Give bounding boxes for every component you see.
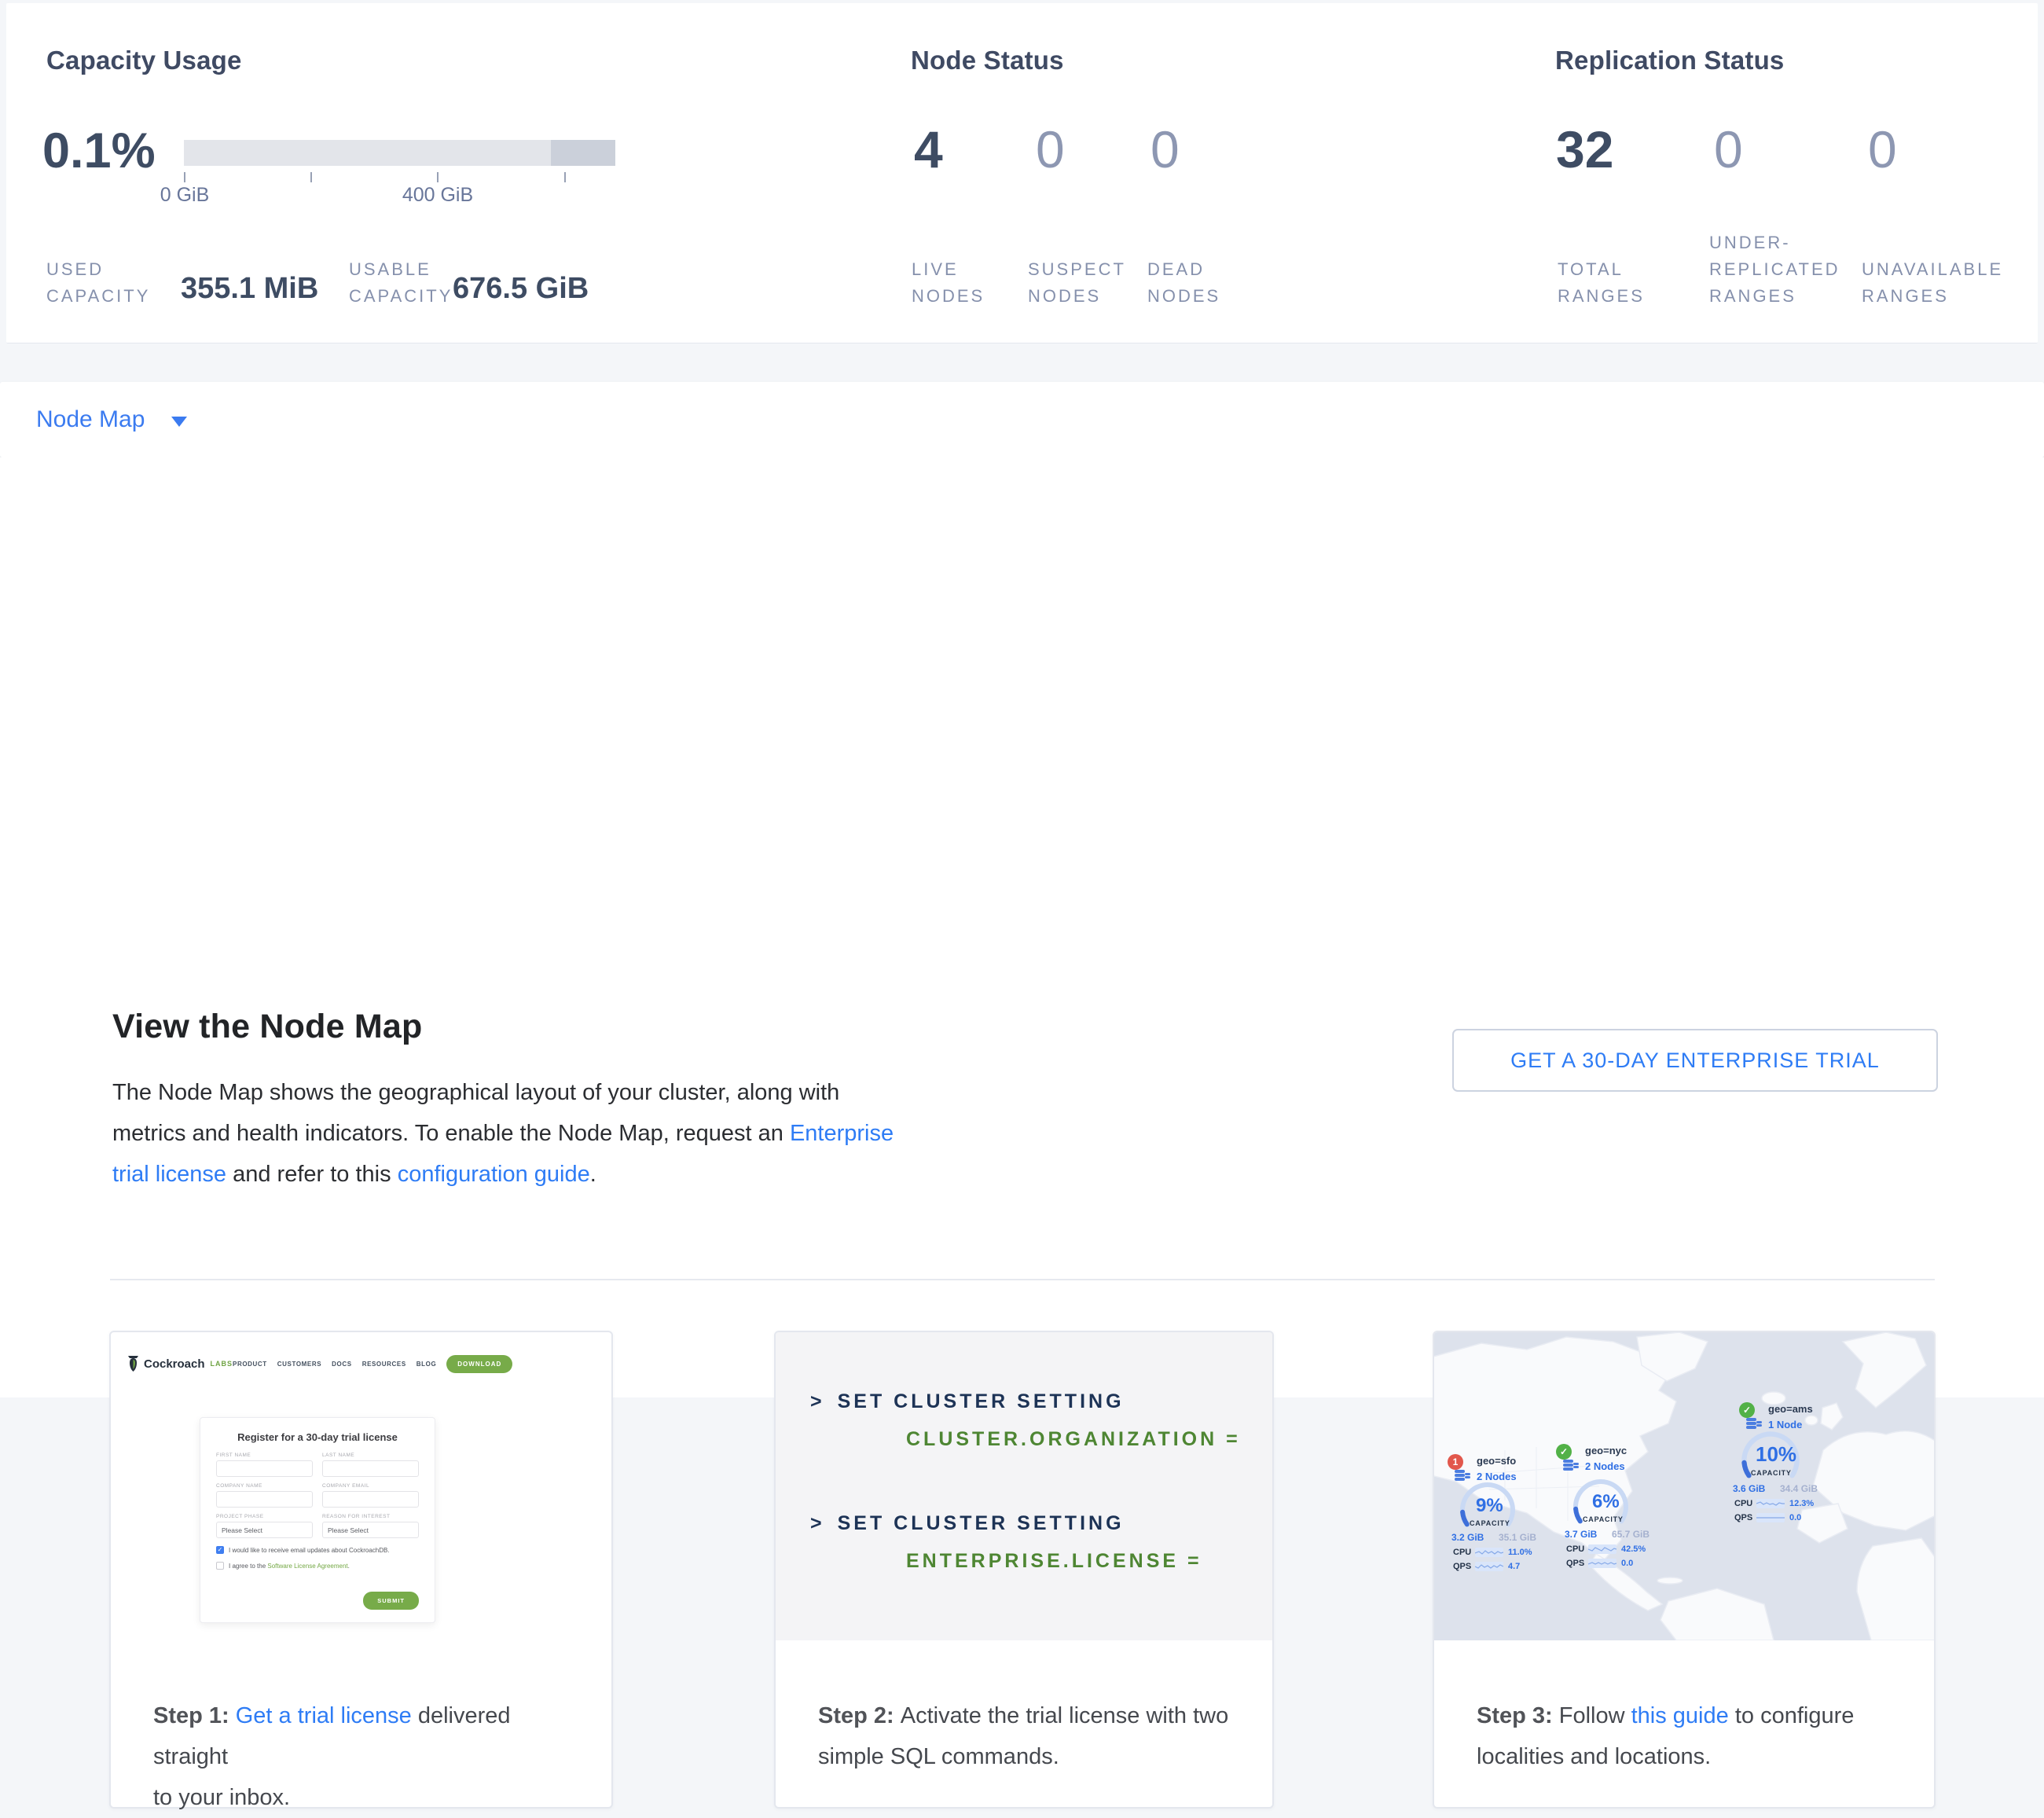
capacity-bar: 0 GiB 400 GiB [184, 140, 615, 166]
mini-nav-blog: BLOG [417, 1361, 437, 1368]
sql-line: >SET CLUSTER SETTING [810, 1390, 1125, 1413]
get-enterprise-trial-button[interactable]: GET A 30-DAY ENTERPRISE TRIAL [1452, 1029, 1938, 1092]
section-divider [110, 1279, 1935, 1280]
node-map-description: The Node Map shows the geographical layo… [112, 1072, 894, 1195]
total-ranges-label: TOTAL RANGES [1558, 256, 1645, 310]
mini-nav-customers: CUSTOMERS [277, 1361, 321, 1368]
description-line: The Node Map shows the geographical layo… [112, 1072, 894, 1113]
qps-sparkline [1588, 1559, 1616, 1568]
qps-sparkline [1475, 1562, 1503, 1571]
cluster-summary-panel: Capacity Usage 0.1% 0 GiB 400 GiB USED C… [6, 3, 2038, 343]
this-guide-link[interactable]: this guide [1631, 1703, 1729, 1728]
node-map-preview: 1 geo=sfo 2 Nodes 9% CAPACITY 3.2 GiB 35… [1434, 1332, 1934, 1640]
cpu-sparkline [1756, 1499, 1785, 1508]
sql-line: ENTERPRISE.LICENSE = [906, 1550, 1202, 1573]
locality-nyc: ✓ geo=nyc 2 Nodes 6% CAPACITY 3.7 GiB 65… [1552, 1441, 1670, 1598]
locality-ams: ✓ geo=ams 1 Node 10% CAPACITY 3.6 GiB 34… [1731, 1400, 1841, 1557]
mini-nav-product: PRODUCT [233, 1361, 267, 1368]
under-replicated-ranges-count: 0 [1714, 119, 1743, 179]
company-email-field [322, 1491, 419, 1508]
capacity-bar-unusable-segment [551, 140, 615, 166]
capacity-usage-title: Capacity Usage [46, 46, 242, 75]
page-title: View the Node Map [112, 1008, 422, 1046]
chevron-down-icon[interactable] [171, 417, 187, 427]
mini-download-button: DOWNLOAD [446, 1355, 512, 1373]
cpu-sparkline [1475, 1548, 1503, 1557]
enterprise-trial-license-link[interactable]: Enterprise [790, 1121, 894, 1146]
used-capacity-label: USED CAPACITY [46, 256, 150, 310]
cockroach-labs-logo: Cockroach LABS [127, 1355, 233, 1372]
live-nodes-count: 4 [914, 119, 943, 179]
step2-card: >SET CLUSTER SETTING CLUSTER.ORGANIZATIO… [774, 1331, 1274, 1809]
license-agreement-checkbox-row: I agree to the Software License Agreemen… [216, 1562, 419, 1570]
capacity-axis-tick [564, 172, 566, 182]
enterprise-trial-license-link[interactable]: trial license [112, 1162, 226, 1187]
sql-line: >SET CLUSTER SETTING [810, 1512, 1125, 1535]
company-name-field [216, 1491, 313, 1508]
node-map-placeholder-section: View the Node Map The Node Map shows the… [0, 457, 2044, 1397]
suspect-nodes-label: SUSPECT NODES [1028, 256, 1126, 310]
mini-nav-docs: DOCS [332, 1361, 352, 1368]
description-line: metrics and health indicators. To enable… [112, 1113, 894, 1154]
step3-card: 1 geo=sfo 2 Nodes 9% CAPACITY 3.2 GiB 35… [1433, 1331, 1936, 1809]
first-name-field [216, 1460, 313, 1477]
mini-site-nav: PRODUCT CUSTOMERS DOCS RESOURCES BLOG DO… [233, 1355, 512, 1373]
trial-license-form: Register for a 30-day trial license FIRS… [200, 1417, 435, 1623]
last-name-field [322, 1460, 419, 1477]
dead-nodes-count: 0 [1150, 119, 1180, 179]
node-status-title: Node Status [911, 46, 1064, 75]
checkbox-empty-icon [216, 1562, 224, 1570]
reason-for-interest-select: Please Select [322, 1522, 419, 1538]
mini-nav-resources: RESOURCES [362, 1361, 406, 1368]
locality-sfo: 1 geo=sfo 2 Nodes 9% CAPACITY 3.2 GiB 35… [1447, 1450, 1565, 1607]
qps-sparkline [1756, 1513, 1785, 1522]
usable-capacity-value: 676.5 GiB [453, 272, 589, 306]
capacity-axis-label-400: 400 GiB [383, 184, 493, 207]
capacity-axis-label-0: 0 GiB [130, 184, 240, 207]
suspect-nodes-count: 0 [1036, 119, 1065, 179]
capacity-axis-tick [310, 172, 312, 182]
live-nodes-label: LIVE NODES [912, 256, 985, 310]
software-license-agreement-link: Software License Agreement [267, 1563, 347, 1570]
registration-page-thumbnail: Cockroach LABS PRODUCT CUSTOMERS DOCS RE… [117, 1339, 515, 1684]
project-phase-select: Please Select [216, 1522, 313, 1538]
unavailable-ranges-label: UNAVAILABLE RANGES [1862, 256, 2003, 310]
unavailable-ranges-count: 0 [1868, 119, 1897, 179]
used-capacity-value: 355.1 MiB [181, 272, 318, 306]
step1-caption: Step 1: Get a trial license delivered st… [153, 1695, 578, 1818]
configuration-guide-link[interactable]: configuration guide [398, 1162, 590, 1187]
capacity-axis-tick [437, 172, 439, 182]
checkbox-checked-icon: ✓ [216, 1546, 224, 1554]
sql-line: CLUSTER.ORGANIZATION = [906, 1428, 1241, 1451]
sql-commands-panel: >SET CLUSTER SETTING CLUSTER.ORGANIZATIO… [776, 1332, 1272, 1640]
mini-submit-button: SUBMIT [363, 1592, 419, 1610]
dead-nodes-label: DEAD NODES [1147, 256, 1220, 310]
capacity-percent: 0.1% [42, 123, 156, 179]
description-line: trial license and refer to this configur… [112, 1154, 894, 1195]
node-map-dropdown[interactable]: Node Map [36, 406, 145, 433]
trial-form-title: Register for a 30-day trial license [216, 1431, 419, 1443]
capacity-axis-tick [184, 172, 185, 182]
trial-form-fields: FIRST NAME LAST NAME COMPANY NAME COMPAN… [216, 1453, 419, 1538]
mini-site-header: Cockroach LABS PRODUCT CUSTOMERS DOCS RE… [117, 1346, 515, 1381]
under-replicated-ranges-label: UNDER- REPLICATED RANGES [1709, 230, 1840, 310]
get-trial-license-link[interactable]: Get a trial license [236, 1703, 412, 1728]
usable-capacity-label: USABLE CAPACITY [349, 256, 453, 310]
view-selector-bar: Node Map [0, 382, 2044, 457]
step3-caption: Step 3: Follow this guide to configure l… [1477, 1695, 1901, 1777]
cockroach-icon [127, 1355, 140, 1372]
email-updates-checkbox-row: ✓ I would like to receive email updates … [216, 1546, 419, 1554]
step2-caption: Step 2: Activate the trial license with … [818, 1695, 1242, 1777]
cpu-sparkline [1588, 1544, 1616, 1554]
replication-status-title: Replication Status [1555, 46, 1784, 75]
step1-card: Cockroach LABS PRODUCT CUSTOMERS DOCS RE… [109, 1331, 613, 1809]
total-ranges-count: 32 [1556, 119, 1613, 179]
database-icon [1562, 1456, 1580, 1474]
